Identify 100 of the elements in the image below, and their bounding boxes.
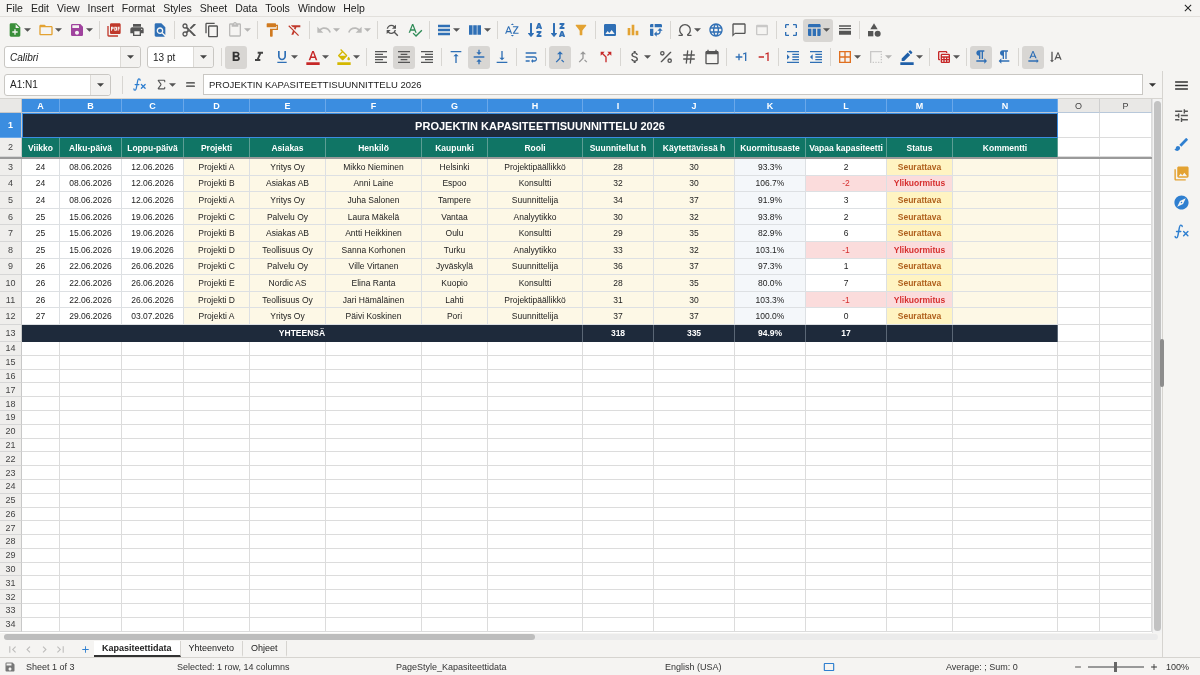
empty-cell[interactable]	[422, 341, 488, 356]
empty-cell[interactable]	[735, 369, 806, 384]
empty-cell[interactable]	[1058, 452, 1100, 467]
sheet-tab[interactable]: Yhteenveto	[180, 641, 244, 657]
empty-cell[interactable]	[184, 466, 250, 480]
empty-cell[interactable]	[654, 493, 735, 508]
freeze-button[interactable]	[803, 18, 833, 42]
empty-cell[interactable]	[1058, 424, 1100, 439]
row-header[interactable]: 17	[0, 383, 22, 398]
empty-cell[interactable]	[488, 369, 583, 384]
empty-cell[interactable]	[60, 493, 122, 508]
empty-cell[interactable]	[583, 617, 654, 632]
empty-cell[interactable]	[887, 355, 953, 370]
empty-cell[interactable]	[250, 562, 326, 577]
empty-cell[interactable]	[122, 397, 184, 411]
empty-cell[interactable]	[887, 521, 953, 536]
empty-cell[interactable]	[184, 493, 250, 508]
empty-cell[interactable]	[488, 548, 583, 563]
empty-cell[interactable]	[60, 369, 122, 384]
empty-cell[interactable]	[122, 576, 184, 591]
empty-cell[interactable]	[250, 604, 326, 618]
empty-cell[interactable]	[184, 590, 250, 605]
empty-cell[interactable]	[1058, 493, 1100, 508]
row-header[interactable]: 28	[0, 535, 22, 549]
left-to-right-button[interactable]	[970, 45, 992, 69]
slider-thumb[interactable]	[1114, 661, 1118, 672]
empty-cell[interactable]	[326, 535, 422, 549]
empty-cell[interactable]	[1058, 548, 1100, 563]
menu-item[interactable]: Insert	[83, 0, 118, 16]
empty-cell[interactable]	[1058, 397, 1100, 411]
empty-cell[interactable]	[654, 397, 735, 411]
empty-cell[interactable]	[250, 507, 326, 522]
empty-cell[interactable]	[326, 507, 422, 522]
empty-cell[interactable]	[250, 355, 326, 370]
empty-cell[interactable]	[953, 466, 1058, 480]
empty-cell[interactable]	[583, 493, 654, 508]
empty-cell[interactable]	[583, 576, 654, 591]
empty-cell[interactable]	[806, 617, 887, 632]
empty-cell[interactable]	[583, 383, 654, 398]
empty-cell[interactable]	[326, 604, 422, 618]
empty-cell[interactable]	[122, 355, 184, 370]
empty-cell[interactable]	[60, 617, 122, 632]
empty-cell[interactable]	[806, 604, 887, 618]
empty-cell[interactable]	[184, 383, 250, 398]
empty-cell[interactable]	[583, 355, 654, 370]
empty-cell[interactable]	[250, 493, 326, 508]
empty-cell[interactable]	[184, 521, 250, 536]
empty-cell[interactable]	[422, 369, 488, 384]
empty-cell[interactable]	[250, 590, 326, 605]
empty-cell[interactable]	[953, 562, 1058, 577]
empty-cell[interactable]	[422, 507, 488, 522]
empty-cell[interactable]	[122, 590, 184, 605]
empty-cell[interactable]	[60, 466, 122, 480]
empty-cell[interactable]	[60, 424, 122, 439]
empty-cell[interactable]	[422, 521, 488, 536]
empty-cell[interactable]	[654, 383, 735, 398]
empty-cell[interactable]	[184, 355, 250, 370]
empty-cell[interactable]	[735, 438, 806, 453]
empty-cell[interactable]	[953, 548, 1058, 563]
empty-cell[interactable]	[184, 562, 250, 577]
empty-cell[interactable]	[1058, 341, 1100, 356]
empty-cell[interactable]	[488, 521, 583, 536]
empty-cell[interactable]	[735, 383, 806, 398]
empty-cell[interactable]	[953, 397, 1058, 411]
empty-cell[interactable]	[122, 493, 184, 508]
empty-cell[interactable]	[1058, 438, 1100, 453]
empty-cell[interactable]	[488, 424, 583, 439]
empty-cell[interactable]	[583, 604, 654, 618]
empty-cell[interactable]	[326, 355, 422, 370]
empty-cell[interactable]	[184, 617, 250, 632]
empty-cell[interactable]	[735, 424, 806, 439]
empty-cell[interactable]	[806, 466, 887, 480]
empty-cell[interactable]	[735, 493, 806, 508]
empty-cell[interactable]	[953, 521, 1058, 536]
empty-cell[interactable]	[422, 590, 488, 605]
empty-cell[interactable]	[122, 507, 184, 522]
empty-cell[interactable]	[250, 341, 326, 356]
empty-cell[interactable]	[184, 604, 250, 618]
empty-cell[interactable]	[488, 466, 583, 480]
empty-cell[interactable]	[806, 548, 887, 563]
empty-cell[interactable]	[250, 397, 326, 411]
empty-cell[interactable]	[654, 369, 735, 384]
empty-cell[interactable]	[806, 410, 887, 425]
empty-cell[interactable]	[583, 548, 654, 563]
empty-cell[interactable]	[887, 341, 953, 356]
empty-cell[interactable]	[806, 590, 887, 605]
empty-cell[interactable]	[583, 410, 654, 425]
empty-cell[interactable]	[654, 562, 735, 577]
empty-cell[interactable]	[654, 452, 735, 467]
sidebar-handle[interactable]	[1160, 339, 1164, 387]
empty-cell[interactable]	[887, 479, 953, 494]
empty-cell[interactable]	[583, 466, 654, 480]
horizontal-scrollbar[interactable]	[4, 634, 1158, 640]
empty-cell[interactable]	[583, 562, 654, 577]
empty-cell[interactable]	[326, 590, 422, 605]
menu-item[interactable]: Tools	[261, 0, 294, 16]
empty-cell[interactable]	[953, 424, 1058, 439]
empty-cell[interactable]	[1058, 535, 1100, 549]
empty-cell[interactable]	[654, 438, 735, 453]
empty-cell[interactable]	[654, 604, 735, 618]
